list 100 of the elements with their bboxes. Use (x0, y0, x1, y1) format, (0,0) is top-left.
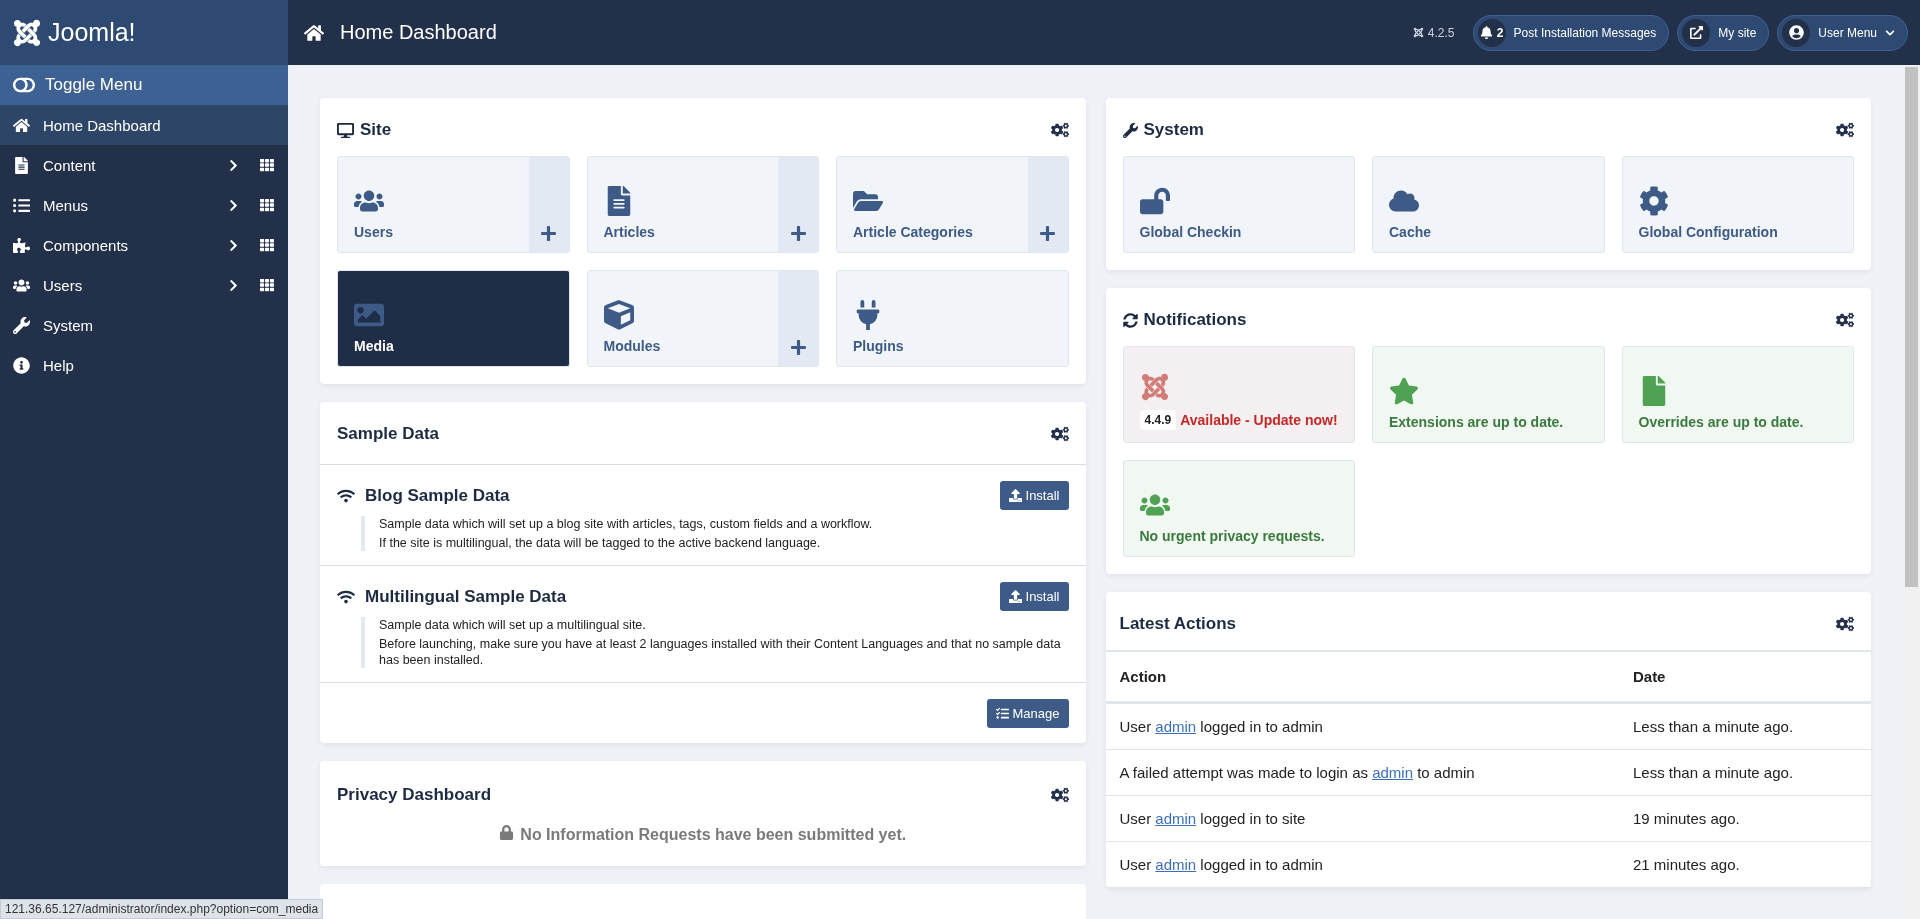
table-cell: User admin logged in to admin (1105, 841, 1619, 888)
user-link[interactable]: admin (1155, 810, 1197, 827)
grid-icon[interactable] (260, 158, 274, 172)
add-button[interactable] (1027, 157, 1068, 252)
sample-title: Blog Sample Data (365, 485, 511, 506)
joomla-logo-icon (1139, 372, 1170, 402)
dashboard-tile[interactable]: Articles (586, 156, 819, 253)
sidebar-item[interactable]: Content (0, 145, 288, 185)
chevron-down-icon (1885, 27, 1895, 38)
tile-label: Users (354, 224, 393, 240)
tile-label: Global Checkin (1139, 224, 1242, 240)
header-button[interactable]: User Menu (1777, 14, 1908, 51)
plus-icon (789, 339, 807, 356)
plus-icon (1039, 225, 1056, 242)
manage-button[interactable]: Manage (986, 699, 1069, 728)
page-title: Home Dashboard (340, 21, 498, 44)
toggle-menu[interactable]: Toggle Menu (0, 65, 288, 105)
upload-icon (1008, 590, 1022, 603)
checklist-icon (995, 707, 1009, 720)
sample-title: Multilingual Sample Data (365, 586, 568, 607)
grid-icon[interactable] (260, 238, 274, 252)
description-text: If the site is multilingual, the data will be tagged to the active backend language. (379, 535, 822, 551)
tile-label: No urgent privacy requests. (1139, 528, 1325, 544)
tile-label: Modules (603, 338, 661, 354)
dashboard-tile[interactable]: Overrides are up to date. (1621, 346, 1854, 443)
plus-icon (789, 225, 807, 242)
info-icon (13, 356, 30, 374)
settings-icon[interactable] (1050, 425, 1069, 443)
dashboard-tile[interactable]: Users (337, 156, 570, 253)
sidebar-item[interactable]: Help (0, 345, 288, 385)
description-text: Sample data which will set up a multilingual site. (379, 617, 647, 633)
header-button[interactable]: My site (1677, 14, 1770, 51)
document-icon (13, 156, 30, 174)
card-title: Latest Actions (1119, 614, 1237, 634)
add-button[interactable] (528, 157, 569, 252)
tile-label: Overrides are up to date. (1638, 414, 1804, 430)
chevron-right-icon[interactable] (227, 278, 240, 292)
table-cell: 19 minutes ago. (1618, 795, 1871, 842)
sidebar-item[interactable]: Home Dashboard (0, 105, 288, 145)
add-button[interactable] (778, 271, 818, 366)
install-button[interactable]: Install (999, 481, 1069, 510)
version-label: 4.2.5 (1427, 25, 1455, 40)
dashboard-tile[interactable]: 4.4.9 Available - Update now! (1122, 346, 1355, 443)
table-cell: 21 minutes ago. (1618, 841, 1871, 888)
install-button[interactable]: Install (999, 582, 1069, 611)
sidebar-item[interactable]: Components (0, 225, 288, 265)
settings-icon[interactable] (1836, 615, 1854, 633)
column-header: Date (1618, 651, 1871, 703)
sidebar-item[interactable]: Menus (0, 185, 288, 225)
scrollbar[interactable] (1903, 65, 1920, 919)
joomla-logo-icon[interactable] (12, 17, 42, 48)
dashboard-tile[interactable]: Global Checkin (1122, 156, 1355, 253)
plus-icon (540, 225, 557, 242)
add-button[interactable] (778, 157, 818, 252)
sidebar-item[interactable]: System (0, 305, 288, 345)
settings-icon[interactable] (1836, 121, 1854, 139)
star-icon (1389, 376, 1419, 406)
table-cell: User admin logged in to admin (1105, 702, 1619, 750)
status-url: 121.36.65.127/administrator/index.php?option=com_media (0, 899, 324, 919)
chevron-right-icon[interactable] (227, 238, 240, 252)
gear-icon (1638, 186, 1669, 216)
home-icon (304, 22, 324, 43)
chevron-right-icon[interactable] (227, 198, 240, 212)
home-icon (13, 116, 30, 134)
list-icon (13, 196, 30, 214)
dashboard-tile[interactable]: Cache (1372, 156, 1605, 253)
user-link[interactable]: admin (1155, 856, 1197, 873)
brand-name[interactable]: Joomla! (48, 18, 136, 47)
dashboard-tile[interactable]: Media (337, 270, 570, 367)
settings-icon[interactable] (1050, 786, 1069, 804)
settings-icon[interactable] (1050, 121, 1069, 139)
version-badge: 4.4.9 (1139, 410, 1177, 430)
tile-label: Media (354, 338, 394, 354)
card-title: System (1143, 120, 1205, 140)
settings-icon[interactable] (1836, 311, 1854, 329)
dashboard-tile[interactable]: No urgent privacy requests. (1122, 460, 1355, 557)
grid-icon[interactable] (260, 198, 274, 212)
dashboard-tile[interactable]: Global Configuration (1621, 156, 1854, 253)
chevron-right-icon[interactable] (227, 158, 240, 172)
card-title: Sample Data (337, 424, 441, 444)
user-link[interactable]: admin (1155, 718, 1197, 735)
table-cell: Less than a minute ago. (1618, 749, 1871, 796)
description-text: Before launching, make sure you have at least 2 languages installed with their Content Languages and that no sample data has been installed. (379, 636, 1062, 668)
tile-label: Available - Update now! (1180, 412, 1338, 428)
dashboard-tile[interactable]: Modules (586, 270, 819, 367)
dashboard-tile[interactable]: Plugins (836, 270, 1069, 367)
header-button[interactable]: 2 Post Installation Messages (1472, 14, 1670, 51)
table-cell: A failed attempt was made to login as admin to admin (1105, 749, 1619, 796)
tile-label: Article Categories (853, 224, 973, 240)
card-title: Privacy Dashboard (337, 785, 492, 805)
lock-icon (499, 825, 515, 840)
user-link[interactable]: admin (1372, 764, 1413, 781)
sidebar-item[interactable]: Users (0, 265, 288, 305)
wrench-icon (13, 316, 30, 334)
grid-icon[interactable] (260, 278, 274, 292)
refresh-icon (1122, 312, 1138, 328)
dashboard-tile[interactable]: Extensions are up to date. (1372, 346, 1605, 443)
table-cell: Less than a minute ago. (1618, 702, 1871, 750)
dashboard-tile[interactable]: Article Categories (836, 156, 1069, 253)
tile-label: Cache (1389, 224, 1432, 240)
